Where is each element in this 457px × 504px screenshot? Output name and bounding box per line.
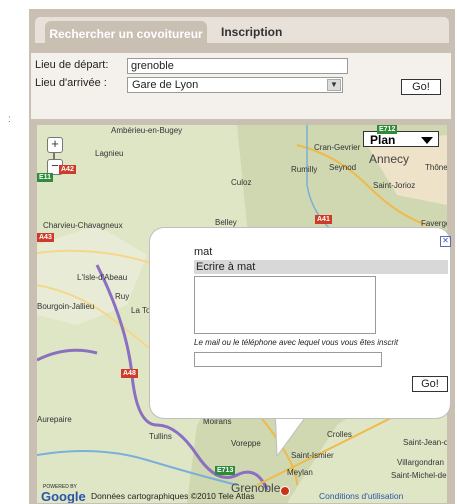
- place-label: Villargondran: [397, 458, 444, 467]
- place-label: L'Isle-d'Abeau: [77, 273, 128, 282]
- place-label: Charvieu-Chavagneux: [43, 221, 123, 230]
- map-type-value: Plan: [370, 133, 396, 147]
- road-shield: E11: [37, 173, 54, 182]
- map-copyright: Données cartographiques ©2010 Tele Atlas: [91, 491, 255, 501]
- place-label: Belley: [215, 218, 237, 227]
- place-label: Voreppe: [231, 439, 261, 448]
- carpool-panel: Rechercher un covoitureur Inscription Li…: [29, 9, 455, 504]
- road-shield: A42: [59, 165, 76, 174]
- message-textarea[interactable]: [194, 276, 376, 334]
- search-go-button[interactable]: Go!: [401, 79, 441, 95]
- place-label: Aurepaire: [37, 415, 72, 424]
- place-label: Saint-Jean-de: [403, 438, 447, 447]
- contact-note: Le mail ou le téléphone avec lequel vous…: [194, 338, 399, 347]
- arrival-label: Lieu d'arrivée :: [35, 77, 107, 89]
- road-shield: E712: [377, 125, 398, 134]
- zoom-in-button[interactable]: +: [47, 137, 63, 153]
- map-marker-icon[interactable]: [280, 486, 290, 496]
- place-label: Annecy: [369, 152, 410, 166]
- place-label: Bourgoin-Jallieu: [37, 302, 95, 311]
- road-shield: A41: [315, 215, 332, 224]
- place-label: Crolles: [327, 430, 352, 439]
- map-type-select[interactable]: Plan: [363, 131, 439, 147]
- arrival-select-value: Gare de Lyon: [132, 79, 199, 91]
- close-icon[interactable]: ✕: [440, 236, 451, 247]
- decorative-dot: :: [8, 114, 11, 125]
- popup-username: mat: [194, 246, 213, 258]
- road-shield: E713: [215, 466, 236, 475]
- tab-search[interactable]: Rechercher un covoitureur: [45, 21, 207, 48]
- tab-bar: Rechercher un covoitureur Inscription: [35, 17, 449, 48]
- terms-link[interactable]: Conditions d'utilisation: [319, 491, 403, 501]
- send-go-button[interactable]: Go!: [412, 376, 448, 392]
- place-label: Tullins: [149, 432, 172, 441]
- contact-input[interactable]: [194, 352, 382, 367]
- place-label: Ambérieu-en-Bugey: [111, 126, 183, 135]
- google-logo[interactable]: Google: [41, 489, 86, 503]
- place-label: Rumilly: [291, 165, 318, 174]
- place-label: Culoz: [231, 178, 252, 187]
- search-form: Lieu de départ: grenoble Lieu d'arrivée …: [31, 53, 451, 119]
- place-label: Seynod: [329, 163, 357, 172]
- place-label: Saint-Michel-de: [391, 471, 447, 480]
- place-label: Lagnieu: [95, 149, 124, 158]
- chevron-down-icon[interactable]: ▼: [327, 79, 341, 91]
- place-label: Ruy: [115, 292, 130, 301]
- place-label: Faverges: [421, 219, 447, 228]
- message-popup: mat ✕ Ecrire à mat Le mail ou le télépho…: [150, 228, 451, 418]
- place-label: Saint-Jorioz: [373, 181, 416, 190]
- departure-input[interactable]: grenoble: [127, 58, 348, 74]
- road-shield: A48: [121, 369, 138, 378]
- tab-register[interactable]: Inscription: [221, 25, 282, 39]
- departure-label: Lieu de départ:: [35, 59, 109, 71]
- road-shield: A43: [37, 233, 54, 242]
- place-label: Cran-Gevrier: [314, 143, 361, 152]
- place-label: Moirans: [203, 417, 232, 426]
- place-label: Thônes: [425, 163, 447, 172]
- popup-header: Ecrire à mat: [194, 260, 448, 274]
- arrival-select[interactable]: Gare de Lyon ▼: [127, 77, 343, 93]
- chevron-down-icon: [421, 137, 433, 144]
- place-label: Meylan: [287, 468, 313, 477]
